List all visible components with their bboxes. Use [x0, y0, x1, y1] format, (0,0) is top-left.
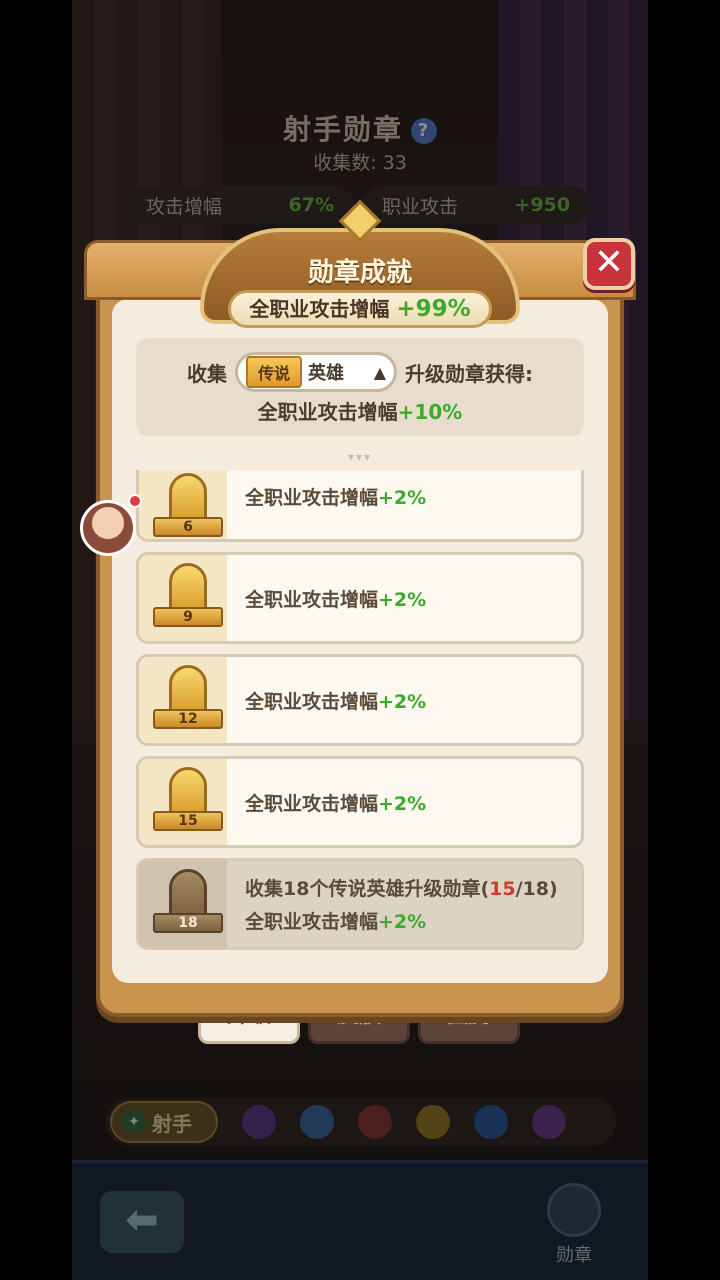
- rarity-selector[interactable]: 传说 英雄 ▲: [235, 352, 397, 392]
- badge-level: 15: [153, 811, 223, 831]
- medal-badge-icon: 12: [153, 665, 223, 737]
- item-value: +2%: [378, 792, 427, 815]
- item-text: 全职业攻击增幅+2%: [245, 759, 426, 845]
- achievement-list[interactable]: 6 全职业攻击增幅+2% 9 全职业攻击增幅+2% 12 全职业攻击增幅+2% …: [136, 470, 584, 950]
- item-value: +2%: [378, 690, 427, 713]
- list-item: 15 全职业攻击增幅+2%: [136, 756, 584, 848]
- badge-level: 6: [153, 517, 223, 537]
- badge-shield: [169, 665, 207, 715]
- item-label: 全职业攻击增幅: [245, 690, 379, 713]
- reward-line: 全职业攻击增幅+10%: [136, 396, 584, 425]
- item-label: 全职业攻击增幅: [245, 487, 379, 509]
- item-text: 全职业攻击增幅+2%: [245, 555, 426, 641]
- reward-value: +10%: [397, 400, 463, 424]
- requirement-text: 收集18个传说英雄升级勋章(: [245, 878, 490, 900]
- list-item: 12 全职业攻击增幅+2%: [136, 654, 584, 746]
- badge-level: 12: [153, 709, 223, 729]
- reward-label: 全职业攻击增幅: [257, 400, 398, 424]
- medal-badge-icon: 6: [153, 473, 223, 539]
- progress-total: /18): [515, 878, 558, 900]
- chevron-up-icon: ▲: [373, 362, 386, 382]
- item-label: 全职业攻击增幅: [245, 588, 379, 611]
- list-item: 9 全职业攻击增幅+2%: [136, 552, 584, 644]
- notification-dot: [128, 494, 142, 508]
- list-item: 6 全职业攻击增幅+2%: [136, 470, 584, 542]
- medal-badge-icon: 15: [153, 767, 223, 839]
- badge-level: 18: [153, 913, 223, 933]
- item-text: 全职业攻击增幅+2%: [245, 657, 426, 743]
- badge-shield: [169, 869, 207, 919]
- badge-level: 9: [153, 607, 223, 627]
- close-button[interactable]: ✕: [583, 238, 635, 290]
- item-requirement: 收集18个传说英雄升级勋章(15/18): [245, 874, 558, 901]
- progress-current: 15: [489, 878, 516, 900]
- item-text: 收集18个传说英雄升级勋章(15/18) 全职业攻击增幅+2%: [245, 861, 558, 947]
- total-bonus-label: 全职业攻击增幅: [249, 297, 390, 321]
- divider-icon: ▾▾▾: [347, 450, 373, 464]
- total-bonus: 全职业攻击增幅 +99%: [228, 290, 492, 328]
- close-icon: ✕: [593, 242, 625, 283]
- rarity-tag: 传说: [246, 356, 303, 388]
- item-label: 全职业攻击增幅: [245, 911, 379, 933]
- item-text: 全职业攻击增幅+2%: [245, 470, 426, 539]
- badge-shield: [169, 473, 207, 523]
- badge-shield: [169, 563, 207, 613]
- collection-info: 收集 传说 英雄 ▲ 升级勋章获得: 全职业攻击增幅+10%: [136, 338, 584, 436]
- list-item-locked: 18 收集18个传说英雄升级勋章(15/18) 全职业攻击增幅+2%: [136, 858, 584, 950]
- item-value: +2%: [378, 911, 427, 933]
- medal-badge-icon: 9: [153, 563, 223, 635]
- upgrade-label: 升级勋章获得:: [405, 361, 533, 386]
- item-value: +2%: [378, 487, 427, 509]
- item-value: +2%: [378, 588, 427, 611]
- hero-avatar[interactable]: [80, 500, 136, 556]
- popup-title: 勋章成就: [307, 258, 412, 288]
- item-label: 全职业攻击增幅: [245, 792, 379, 815]
- badge-shield: [169, 767, 207, 817]
- medal-badge-icon: 18: [153, 869, 223, 941]
- collect-label: 收集: [187, 361, 227, 386]
- total-bonus-value: +99%: [396, 296, 471, 322]
- rarity-value: 英雄: [308, 363, 345, 384]
